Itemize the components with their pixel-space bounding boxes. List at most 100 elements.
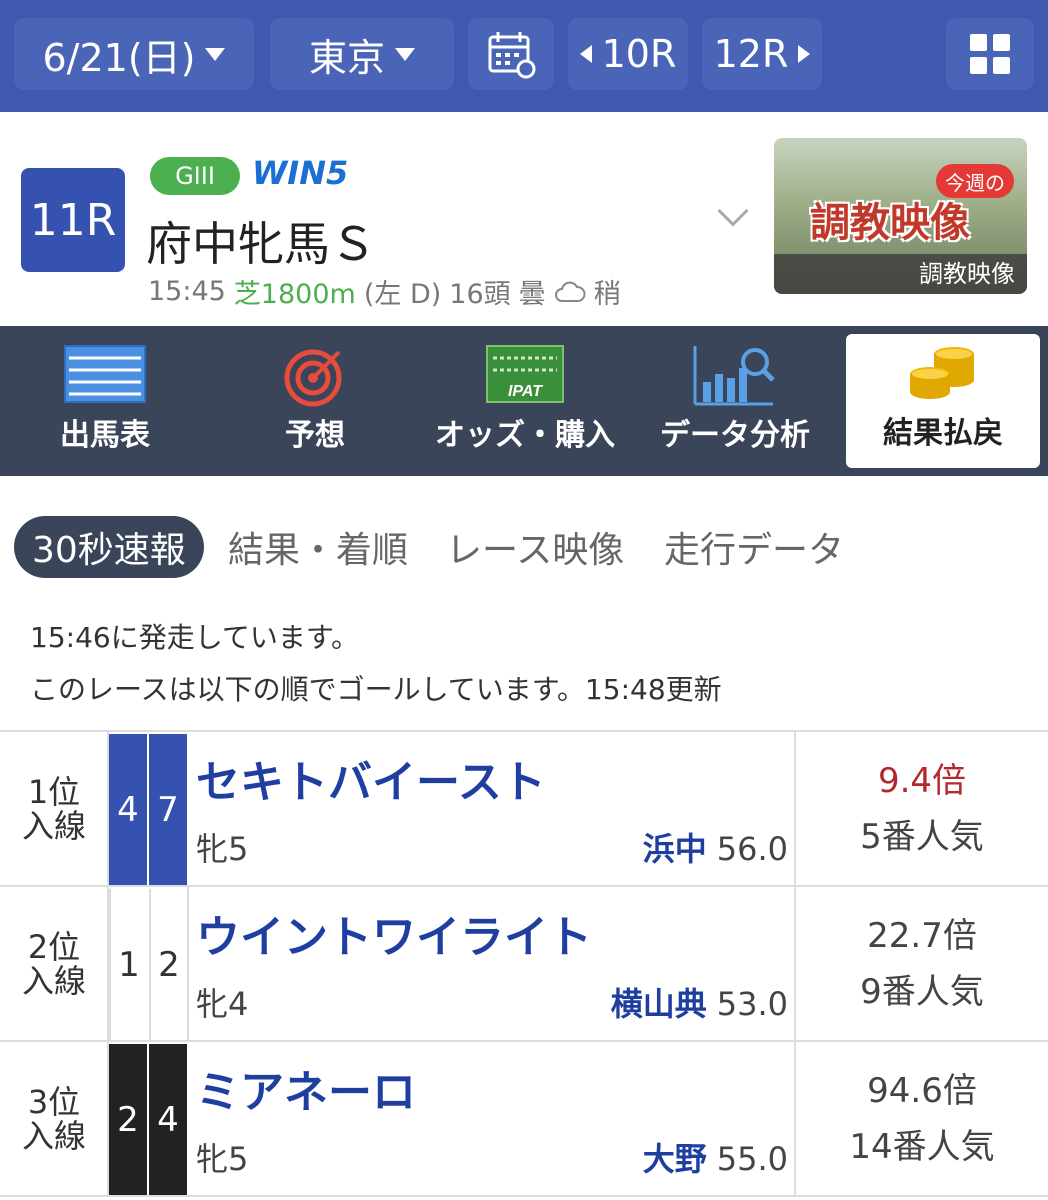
sex-age: 牝4 [196, 985, 249, 1023]
carried-weight: 55.0 [716, 1140, 788, 1178]
nav-results-payout[interactable]: 結果払戻 [846, 334, 1040, 468]
training-video-title: 調教映像 [810, 200, 970, 246]
race-nav: 出馬表 予想 IPAT オッズ・購入 データ分析 結果払戻 [0, 326, 1048, 476]
horse-number: 7 [149, 734, 187, 885]
popularity: 5番人気 [860, 816, 984, 857]
calendar-icon [488, 32, 536, 79]
jockey-weight: 横山典 53.0 [611, 979, 788, 1025]
next-race-label: 12R [713, 32, 789, 76]
target-icon [284, 349, 342, 407]
grade-badge: GIII [150, 157, 240, 195]
coins-icon [910, 347, 974, 399]
popularity: 14番人気 [849, 1126, 995, 1167]
tab-running-data[interactable]: 走行データ [664, 516, 844, 578]
frame-number: 1 [109, 889, 147, 1040]
start-notice: 15:46に発走しています。 [30, 621, 360, 654]
calendar-button[interactable] [468, 18, 554, 90]
menu-grid-button[interactable] [946, 18, 1034, 90]
nav-label: 結果払戻 [883, 416, 1003, 451]
tab-result-order[interactable]: 結果・着順 [228, 516, 408, 578]
position: 2位 [27, 927, 81, 966]
tab-race-video[interactable]: レース映像 [446, 516, 624, 578]
table-row[interactable]: 1位 入線 4 7 セキトバイースト 牝5 浜中 56.0 9.4倍 5番人気 [0, 732, 1048, 887]
position-label: 入線 [21, 806, 86, 845]
course-direction: (左 D) [363, 279, 442, 310]
race-notice: 15:46に発走しています。 このレースは以下の順でゴールしています。15:48… [30, 612, 722, 716]
weather-label: 曇 [518, 279, 546, 310]
odds-cell: 9.4倍 5番人気 [796, 732, 1048, 885]
jockey-name[interactable]: 横山典 [611, 985, 707, 1023]
odds-cell: 22.7倍 9番人気 [796, 887, 1048, 1040]
sex-age: 牝5 [196, 1140, 249, 1178]
svg-text:IPAT: IPAT [508, 383, 543, 400]
venue-selector[interactable]: 東京 [270, 18, 454, 90]
chevron-left-icon [579, 45, 592, 63]
nav-label: 予想 [285, 418, 345, 453]
table-row[interactable]: 3位 入線 2 4 ミアネーロ 牝5 大野 55.0 94.6倍 14番人気 [0, 1042, 1048, 1197]
position: 1位 [27, 772, 81, 811]
prev-race-label: 10R [601, 32, 677, 76]
win-odds: 94.6倍 [867, 1070, 977, 1111]
odds-cell: 94.6倍 14番人気 [796, 1042, 1048, 1195]
course-surface: 芝1800m [233, 279, 356, 310]
top-bar: 6/21(日) 東京 10R 12R [0, 0, 1048, 112]
post-time: 15:45 [148, 276, 226, 307]
venue-label: 東京 [308, 35, 385, 80]
prev-race-button[interactable]: 10R [568, 18, 688, 90]
win5-logo: WIN5 [252, 154, 349, 192]
going-label: 稍 [593, 279, 621, 310]
nav-label: 出馬表 [60, 418, 150, 453]
horse-name[interactable]: ウイントワイライト [196, 901, 592, 965]
race-header: 11R GIII WIN5 府中牝馬Ｓ 15:45 芝1800m (左 D) 1… [0, 112, 1048, 326]
entry-table-icon [64, 345, 146, 403]
ipat-icon: IPAT [486, 345, 564, 403]
date-label: 6/21(日) [42, 35, 196, 80]
horse-number: 4 [149, 1044, 187, 1195]
divider [187, 887, 189, 1042]
position-label: 入線 [21, 1116, 86, 1155]
position-cell: 1位 入線 [0, 732, 108, 885]
date-selector[interactable]: 6/21(日) [14, 18, 254, 90]
runner-count: 16頭 [449, 279, 511, 310]
nav-prediction[interactable]: 予想 [210, 326, 420, 476]
nav-entry-table[interactable]: 出馬表 [0, 326, 210, 476]
training-video-thumbnail[interactable]: 今週の 調教映像 調教映像 [774, 138, 1027, 294]
result-subtabs: 30秒速報 結果・着順 レース映像 走行データ [0, 476, 1048, 606]
jockey-name[interactable]: 大野 [643, 1140, 707, 1178]
position-label: 入線 [21, 961, 86, 1000]
chevron-down-icon [205, 47, 226, 61]
nav-data-analysis[interactable]: データ分析 [630, 326, 840, 476]
chart-search-icon [693, 346, 775, 406]
position: 3位 [27, 1082, 81, 1121]
results-table: 1位 入線 4 7 セキトバイースト 牝5 浜中 56.0 9.4倍 5番人気 2… [0, 730, 1048, 1197]
position-cell: 3位 入線 [0, 1042, 108, 1195]
training-video-label: 調教映像 [774, 254, 1027, 294]
jockey-weight: 浜中 56.0 [643, 824, 788, 870]
position-cell: 2位 入線 [0, 887, 108, 1040]
table-row[interactable]: 2位 入線 1 2 ウイントワイライト 牝4 横山典 53.0 22.7倍 9番人… [0, 887, 1048, 1042]
win-odds: 22.7倍 [867, 915, 977, 956]
popularity: 9番人気 [860, 971, 984, 1012]
frame-number: 2 [109, 1044, 147, 1195]
finish-notice: このレースは以下の順でゴールしています。15:48更新 [30, 673, 722, 706]
win-odds: 9.4倍 [877, 760, 967, 801]
frame-number: 4 [109, 734, 147, 885]
chevron-right-icon [798, 45, 811, 63]
race-name: 府中牝馬Ｓ [146, 217, 376, 271]
race-info: 15:45 芝1800m (左 D) 16頭 曇 稍 [148, 272, 621, 311]
jockey-name[interactable]: 浜中 [643, 830, 707, 868]
cloud-icon [554, 281, 586, 302]
expand-chevron-icon[interactable] [717, 195, 749, 227]
horse-name[interactable]: セキトバイースト [196, 746, 546, 810]
tab-30sec-flash[interactable]: 30秒速報 [14, 516, 204, 578]
nav-odds-purchase[interactable]: IPAT オッズ・購入 [420, 326, 630, 476]
race-number-badge: 11R [21, 168, 125, 272]
nav-label: データ分析 [660, 418, 810, 453]
next-race-button[interactable]: 12R [702, 18, 822, 90]
nav-label: オッズ・購入 [435, 418, 615, 453]
jockey-weight: 大野 55.0 [643, 1134, 788, 1180]
grid-icon [970, 34, 1010, 74]
carried-weight: 56.0 [716, 830, 788, 868]
horse-name[interactable]: ミアネーロ [196, 1056, 416, 1120]
horse-number: 2 [149, 889, 187, 1040]
